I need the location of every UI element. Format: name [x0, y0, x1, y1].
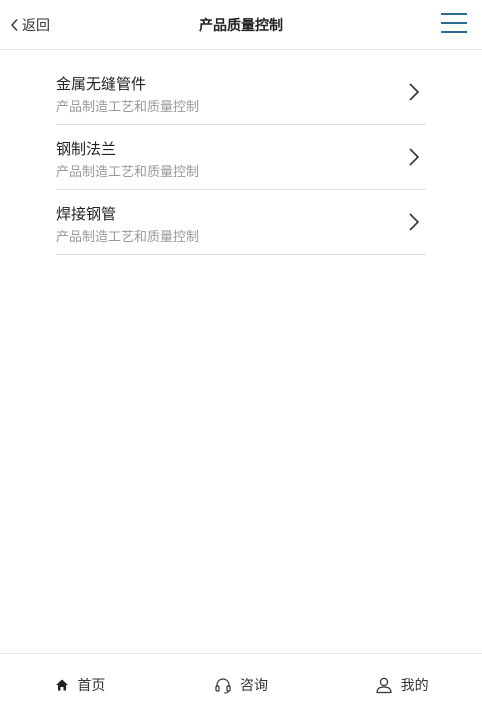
list-item-welded-pipe[interactable]: 焊接钢管 产品制造工艺和质量控制	[56, 190, 426, 255]
list-item-seamless-fittings[interactable]: 金属无缝管件 产品制造工艺和质量控制	[56, 60, 426, 125]
chevron-right-icon	[408, 147, 420, 171]
header-bar: 返回 产品质量控制	[0, 0, 482, 50]
list-item-title: 焊接钢管	[56, 205, 117, 223]
user-icon	[375, 676, 393, 694]
page: 返回 产品质量控制 金属无缝管件 产品制造工艺和质量控制 钢制法兰 产品制造工艺…	[0, 0, 482, 715]
list-item-subtitle: 产品制造工艺和质量控制	[56, 230, 200, 245]
list-item-steel-flange[interactable]: 钢制法兰 产品制造工艺和质量控制	[56, 125, 426, 190]
bottom-tab-bar: 首页 咨询 我的	[0, 653, 482, 715]
list-item-subtitle: 产品制造工艺和质量控制	[56, 100, 200, 115]
menu-line	[441, 22, 467, 24]
page-title: 产品质量控制	[199, 18, 283, 34]
list-item-title: 金属无缝管件	[56, 75, 147, 93]
hamburger-menu-icon[interactable]	[441, 13, 467, 33]
menu-line	[441, 13, 467, 15]
list-item-title: 钢制法兰	[56, 140, 117, 158]
tab-label: 我的	[400, 677, 429, 694]
tab-consult[interactable]: 咨询	[161, 654, 322, 715]
tab-label: 咨询	[240, 677, 268, 694]
tab-mine[interactable]: 我的	[321, 654, 482, 715]
headset-icon	[214, 676, 232, 694]
list-item-subtitle: 产品制造工艺和质量控制	[56, 165, 200, 180]
tab-label: 首页	[77, 677, 106, 694]
chevron-right-icon	[408, 82, 420, 106]
menu-line	[441, 31, 467, 33]
chevron-left-icon	[10, 18, 20, 32]
back-label: 返回	[22, 18, 50, 34]
back-button[interactable]: 返回	[10, 0, 50, 50]
tab-home[interactable]: 首页	[0, 654, 161, 715]
product-list: 金属无缝管件 产品制造工艺和质量控制 钢制法兰 产品制造工艺和质量控制 焊接钢管…	[56, 60, 426, 255]
home-icon	[55, 678, 69, 692]
chevron-right-icon	[408, 212, 420, 236]
